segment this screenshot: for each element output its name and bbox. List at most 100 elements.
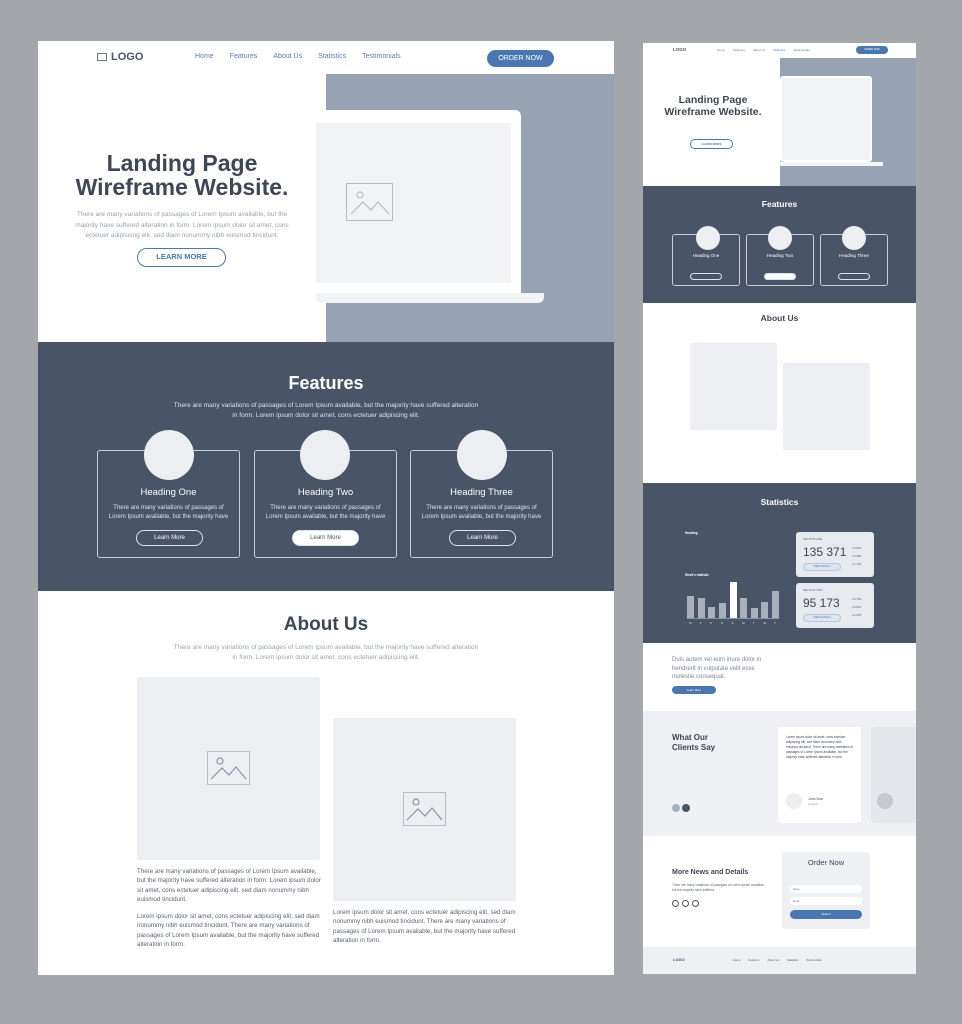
next-arrow-button[interactable]	[682, 804, 690, 812]
weeks-statistic-label: Week's statistic	[685, 573, 709, 577]
small-footer: LOGO Home Features About Us Statistics T…	[643, 947, 916, 974]
nav-link-about-us[interactable]: About Us	[273, 53, 302, 60]
top-nav: LOGO Home Features About Us Statistics T…	[38, 41, 614, 74]
small-learn-more-button[interactable]: LEARN MORE	[690, 139, 733, 149]
feature-2-image-icon	[300, 430, 350, 480]
statistics-title: Statistics	[760, 497, 799, 507]
statistics-heading: Heading	[685, 531, 698, 535]
section-one-view-details-button[interactable]: VIEW DETAILS	[803, 563, 841, 571]
small-nav-about[interactable]: About Us	[753, 48, 765, 52]
learn-more-button[interactable]: LEARN MORE	[137, 248, 226, 267]
hero-text: There are many variations of passages of…	[75, 211, 289, 239]
stat-value-section-two: 95 173	[803, 596, 840, 610]
footer-link-home[interactable]: Home	[733, 958, 740, 962]
small-order-now-button[interactable]: ORDER NOW	[856, 46, 888, 54]
email-input[interactable]	[790, 897, 862, 905]
bar-3	[718, 602, 726, 618]
logo[interactable]: LOGO	[97, 51, 143, 63]
footer-logo[interactable]: LOGO	[673, 957, 685, 962]
feature-heading-3: Heading Three	[450, 487, 513, 498]
order-form: Order Now Submit	[782, 852, 870, 929]
image-placeholder-icon	[346, 183, 393, 221]
footer-link-about[interactable]: About Us	[768, 958, 780, 962]
small-testimonials-section: What Our Clients Say Lorem ipsum dolor s…	[643, 711, 916, 836]
name-input[interactable]	[790, 885, 862, 893]
feature-3-image-icon	[457, 430, 507, 480]
avatar	[786, 793, 802, 809]
news-title: More News and Details	[672, 869, 749, 876]
small-logo[interactable]: LOGO	[673, 47, 686, 52]
bar-day-label: W	[763, 621, 767, 625]
nav-links: Home Features About Us Statistics Testim…	[195, 53, 401, 60]
testimonial-card: Lorem ipsum dolor sit amet, cons ectetue…	[778, 727, 861, 823]
prev-arrow-button[interactable]	[672, 804, 680, 812]
image-placeholder-icon	[403, 792, 446, 826]
about-right-paragraph: Lorem ipsum dolor sit amet, cons ectetue…	[333, 909, 516, 944]
order-now-button[interactable]: ORDER NOW	[487, 50, 554, 67]
logo-text: LOGO	[111, 51, 144, 63]
footer-links: Home Features About Us Statistics Testim…	[733, 958, 822, 962]
bar-day-label: M	[742, 621, 745, 625]
small-hero-image-panel	[780, 58, 916, 186]
feature-heading-1: Heading One	[140, 487, 197, 498]
feature-text-2: There are many variations of passages of…	[265, 505, 386, 520]
about-text: There are many variations of passages of…	[173, 644, 479, 661]
logo-image-icon	[97, 53, 107, 61]
bar-day-label: T	[774, 621, 776, 625]
feature-1-learn-more-button[interactable]: Learn More	[136, 530, 203, 546]
section-two-view-details-button[interactable]: VIEW DETAILS	[803, 614, 841, 622]
nav-link-testimonials[interactable]: Testimonials	[362, 53, 401, 60]
laptop-base	[316, 293, 544, 303]
hero-title: Landing Page Wireframe Website.	[75, 150, 289, 200]
bar-day-label: T	[752, 621, 755, 625]
bar-8	[772, 591, 779, 618]
quote-learn-more-button[interactable]: Learn More	[672, 686, 716, 694]
small-nav-features[interactable]: Features	[733, 48, 745, 52]
small-about-title: About Us	[760, 313, 799, 323]
small-nav-testimonials[interactable]: Testimonials	[793, 48, 810, 52]
nav-link-statistics[interactable]: Statistics	[318, 53, 346, 60]
desktop-wireframe-page: LOGO Home Features About Us Statistics T…	[38, 41, 614, 975]
stat-card-section-two: SECTION TWO 95 173 +3 753 +3 515 +1 375 …	[796, 583, 874, 628]
media-controls	[672, 900, 699, 907]
footer-link-statistics[interactable]: Statistics	[787, 958, 798, 962]
nav-link-features[interactable]: Features	[230, 53, 258, 60]
feature-text-1: There are many variations of passages of…	[108, 505, 229, 520]
about-image-2	[333, 718, 516, 901]
stat-card-section-one: SECTION ONE 135 371 +3 531 +3 281 +1 731…	[796, 532, 874, 577]
submit-button[interactable]: Submit	[790, 910, 862, 919]
play-icon[interactable]	[672, 900, 679, 907]
testimonial-card-next	[871, 727, 916, 823]
feature-2-learn-more-button[interactable]: Learn More	[292, 530, 359, 546]
bar-2	[708, 607, 716, 618]
footer-link-testimonials[interactable]: Testimonials	[806, 958, 821, 962]
laptop-screen	[316, 110, 521, 293]
small-features-section: Features Heading One Heading Two Heading…	[643, 186, 916, 303]
small-feature-3-button[interactable]	[838, 273, 870, 280]
stop-icon[interactable]	[682, 900, 689, 907]
record-icon[interactable]	[692, 900, 699, 907]
stat-value-section-one: 135 371	[803, 545, 847, 559]
bar-day-label: T	[699, 621, 702, 625]
small-feature-2-button[interactable]	[764, 273, 796, 280]
features-title: Features	[288, 373, 364, 393]
nav-link-home[interactable]: Home	[195, 53, 214, 60]
about-image-1	[137, 677, 320, 860]
bar-0	[687, 595, 694, 618]
bar-1	[697, 597, 705, 618]
footer-link-features[interactable]: Features	[748, 958, 759, 962]
news-text: There are many variations of passages of…	[672, 883, 765, 892]
features-section: Features There are many variations of pa…	[38, 342, 614, 591]
bar-day-label: F	[710, 621, 713, 625]
weekly-bar-chart-days: MTFSSMTWT	[687, 621, 779, 626]
small-feature-1-button[interactable]	[690, 273, 722, 280]
bar-5	[740, 598, 748, 618]
quote-text: Duis autem vel eum iriure dolor in hendr…	[672, 657, 762, 680]
small-nav-statistics[interactable]: Statistics	[773, 48, 785, 52]
small-nav-home[interactable]: Home	[717, 48, 725, 52]
bar-6	[750, 608, 758, 618]
feature-3-learn-more-button[interactable]: Learn More	[449, 530, 516, 546]
mobile-preview-page: LOGO Home Features About Us Statistics T…	[643, 43, 916, 974]
feature-heading-2: Heading Two	[297, 487, 354, 498]
small-hero-title: Landing Page Wireframe Website.	[664, 94, 762, 118]
